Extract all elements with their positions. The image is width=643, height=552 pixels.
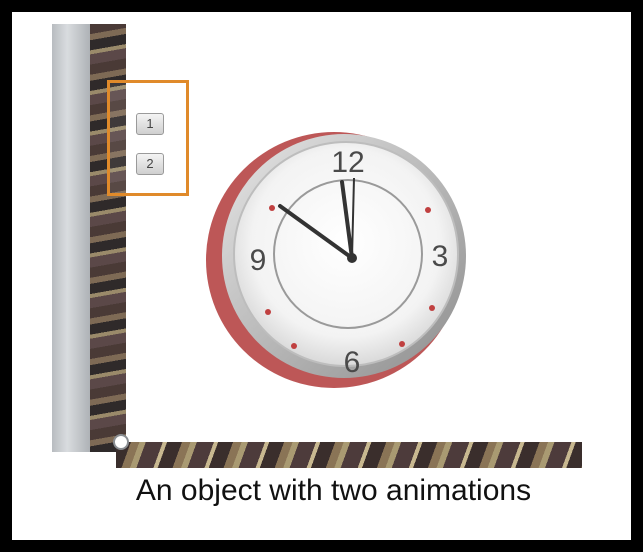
numeral-12: 12 [331,146,364,179]
animation-tag-2[interactable]: 2 [136,153,164,175]
decorative-horizontal-strip [116,442,582,468]
caption: An object with two animations [135,474,532,507]
animation-order-highlight: 1 2 [107,80,189,196]
slide-thumbnail-edge [52,24,90,452]
numeral-6: 6 [344,346,361,379]
clock-image[interactable]: 12 3 6 9 [202,128,472,398]
resize-handle-icon[interactable] [113,434,129,450]
numeral-9: 9 [250,244,267,277]
animation-tag-1[interactable]: 1 [136,113,164,135]
image-frame: 1 2 12 3 6 9 An object with two animatio… [12,12,631,540]
numeral-3: 3 [432,240,449,273]
